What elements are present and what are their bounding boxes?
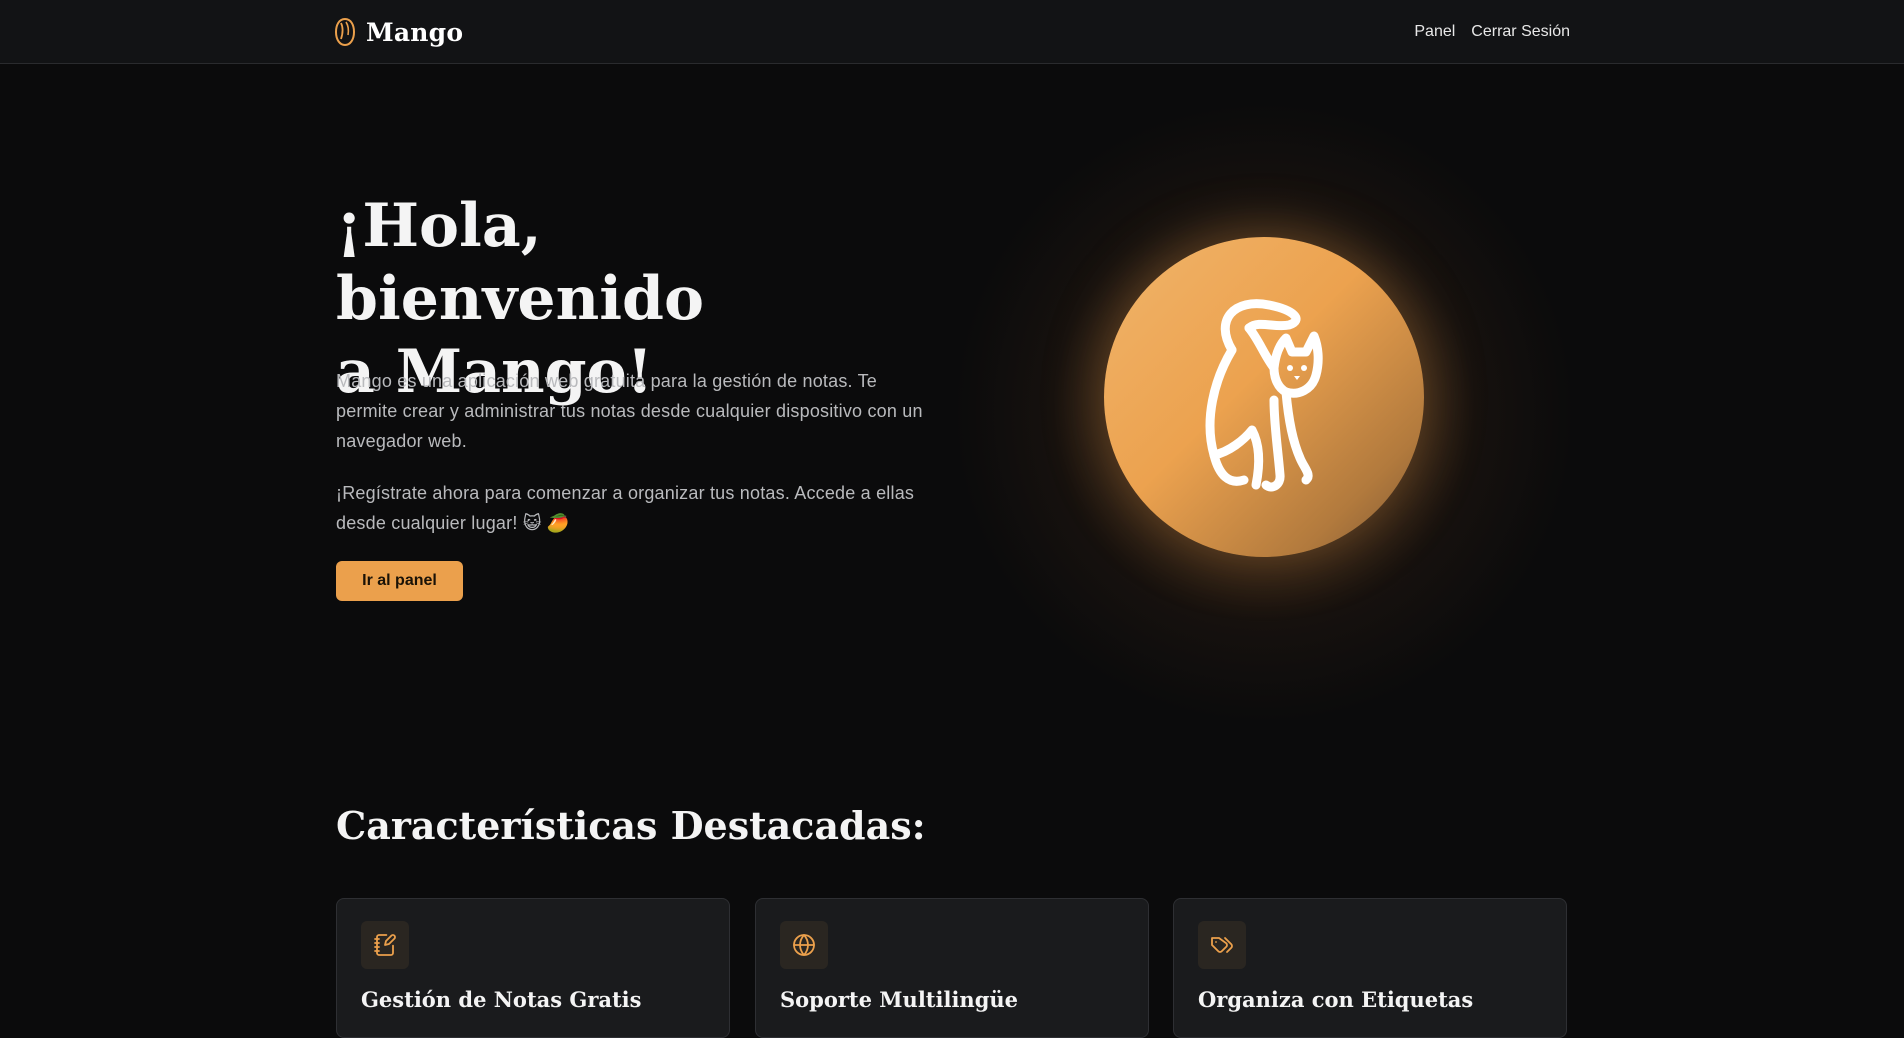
- feature-card-title: Organiza con Etiquetas: [1198, 987, 1474, 1012]
- notebook-pen-icon: [361, 921, 409, 969]
- go-to-panel-button[interactable]: Ir al panel: [336, 561, 463, 601]
- hero-description: Mango es una aplicación web gratuita par…: [336, 371, 923, 451]
- hero-illustration: [1104, 237, 1424, 557]
- features-title: Características Destacadas:: [336, 803, 926, 848]
- cat-icon: [1174, 280, 1354, 515]
- main-nav: Panel Cerrar Sesión: [1414, 23, 1570, 41]
- mango-icon: [334, 17, 356, 47]
- hero-signup-text: ¡Regístrate ahora para comenzar a organi…: [336, 483, 915, 533]
- brand-name: Mango: [366, 17, 464, 47]
- top-navbar: Mango Panel Cerrar Sesión: [0, 0, 1904, 64]
- tags-icon: [1198, 921, 1246, 969]
- feature-card-multilingual: Soporte Multilingüe: [755, 898, 1149, 1038]
- feature-card-notes: Gestión de Notas Gratis: [336, 898, 730, 1038]
- brand-link[interactable]: Mango: [334, 17, 463, 47]
- nav-link-logout[interactable]: Cerrar Sesión: [1471, 23, 1570, 41]
- feature-card-title: Gestión de Notas Gratis: [361, 987, 642, 1012]
- feature-card-tags: Organiza con Etiquetas: [1173, 898, 1567, 1038]
- globe-icon: [780, 921, 828, 969]
- feature-card-title: Soporte Multilingüe: [780, 987, 1019, 1012]
- navbar-inner: Mango Panel Cerrar Sesión: [334, 0, 1570, 64]
- hero-title-line1: ¡Hola, bienvenido: [336, 191, 704, 334]
- nav-link-panel[interactable]: Panel: [1414, 23, 1455, 41]
